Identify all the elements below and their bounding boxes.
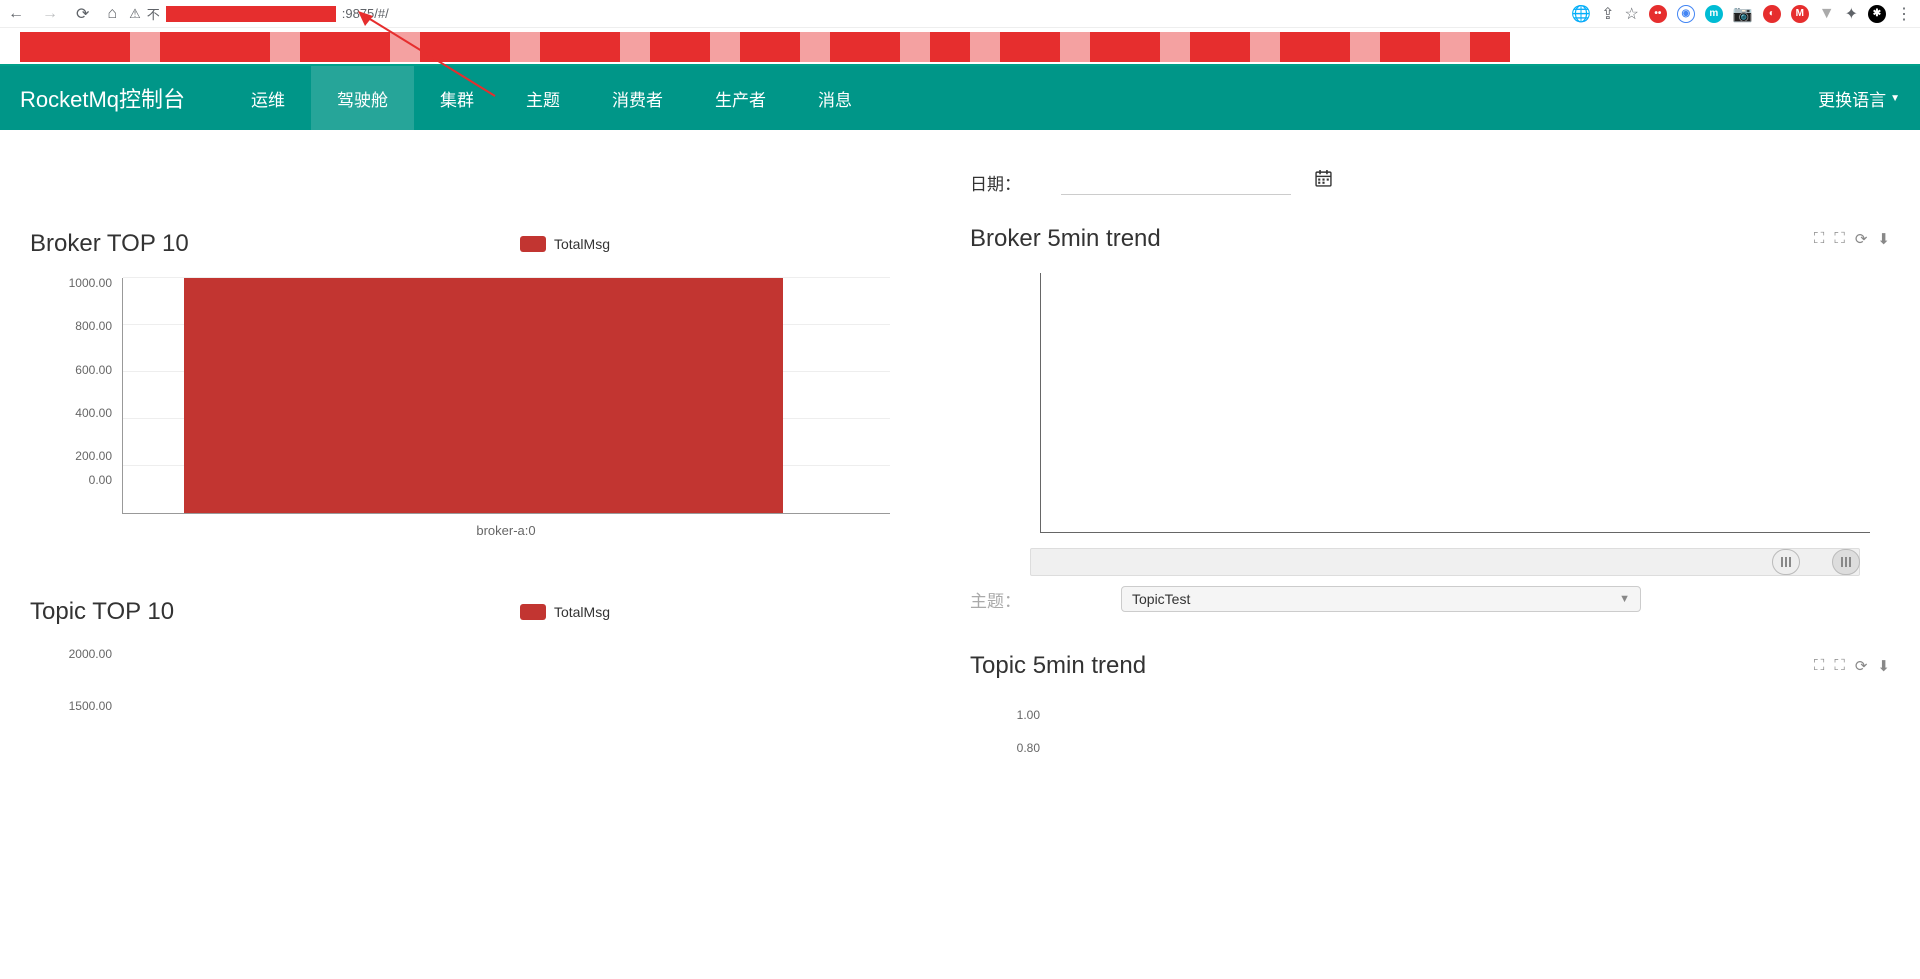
redacted-block bbox=[166, 6, 336, 22]
extension-icons: 🌐 ⇪ ☆ •• ◉ m 📷 ◐ M ▼ ✦ ✱ ⋮ bbox=[1571, 4, 1912, 24]
star-icon[interactable]: ☆ bbox=[1624, 4, 1638, 24]
nav-item-message[interactable]: 消息 bbox=[792, 66, 878, 130]
caret-down-icon: ▼ bbox=[1619, 593, 1630, 605]
bar-broker-a[interactable] bbox=[184, 278, 782, 513]
back-icon[interactable]: ← bbox=[8, 5, 24, 23]
legend-swatch bbox=[520, 604, 546, 620]
forward-icon[interactable]: → bbox=[42, 5, 58, 23]
nav-item-producer[interactable]: 生产者 bbox=[689, 66, 792, 130]
zoom-icon[interactable]: ⛶ bbox=[1814, 230, 1825, 248]
nav-item-ops[interactable]: 运维 bbox=[225, 66, 311, 130]
legend[interactable]: TotalMsg bbox=[520, 236, 610, 252]
reset-zoom-icon[interactable]: ⛶ bbox=[1834, 657, 1845, 675]
topic-top10-chart: 2000.00 1500.00 bbox=[60, 646, 890, 746]
home-icon[interactable]: ⌂ bbox=[107, 5, 117, 23]
broker-top10-chart: 0.00 200.00 400.00 600.00 800.00 1000.00… bbox=[60, 278, 890, 538]
legend-label: TotalMsg bbox=[554, 236, 610, 252]
topic-trend-chart: 1.00 0.80 bbox=[1000, 700, 1870, 760]
ext-icon-3[interactable]: m bbox=[1705, 5, 1723, 23]
x-label: broker-a:0 bbox=[122, 523, 890, 538]
nav-items: 运维 驾驶舱 集群 主题 消费者 生产者 消息 bbox=[225, 66, 878, 130]
download-icon[interactable]: ⬇ bbox=[1877, 657, 1890, 675]
panel-title: Topic 5min trend bbox=[970, 652, 1146, 680]
brand[interactable]: RocketMq控制台 bbox=[20, 82, 185, 114]
panel-title: Broker TOP 10 bbox=[30, 230, 189, 258]
topic-select-value: TopicTest bbox=[1132, 591, 1619, 607]
panel-broker-top10: Broker TOP 10 TotalMsg 0.00 200.00 400.0… bbox=[30, 230, 950, 538]
share-icon[interactable]: ⇪ bbox=[1601, 4, 1614, 24]
topic-select[interactable]: TopicTest ▼ bbox=[1121, 586, 1641, 612]
menu-icon[interactable]: ⋮ bbox=[1896, 4, 1912, 24]
time-slider[interactable] bbox=[1030, 548, 1860, 576]
reload-icon[interactable]: ⟳ bbox=[76, 4, 89, 24]
browser-chrome: ← → ⟳ ⌂ ⚠ 不 :9875/#/ 🌐 ⇪ ☆ •• ◉ m 📷 ◐ M … bbox=[0, 0, 1920, 28]
slider-handle-right[interactable] bbox=[1832, 549, 1860, 575]
address-bar[interactable]: ⚠ 不 :9875/#/ bbox=[129, 4, 1559, 23]
puzzle-icon[interactable]: ✦ bbox=[1845, 4, 1858, 24]
legend-swatch bbox=[520, 236, 546, 252]
reset-zoom-icon[interactable]: ⛶ bbox=[1834, 230, 1845, 248]
translate-icon[interactable]: 🌐 bbox=[1571, 4, 1591, 24]
url-warn: 不 bbox=[147, 4, 160, 23]
lang-switch[interactable]: 更换语言 ▼ bbox=[1818, 86, 1900, 111]
panel-title: Topic TOP 10 bbox=[30, 598, 174, 626]
y-tick: 0.00 bbox=[89, 473, 112, 487]
topic-select-row: 主题： TopicTest ▼ bbox=[970, 586, 1860, 612]
camera-icon[interactable]: 📷 bbox=[1733, 4, 1753, 24]
nav-item-consumer[interactable]: 消费者 bbox=[586, 66, 689, 130]
legend-label: TotalMsg bbox=[554, 604, 610, 620]
insecure-icon: ⚠ bbox=[129, 6, 141, 22]
ext-icon-4[interactable]: ◐ bbox=[1763, 5, 1781, 23]
refresh-icon[interactable]: ⟳ bbox=[1855, 230, 1868, 248]
date-picker-row: 日期： bbox=[970, 170, 1890, 195]
broker-trend-chart bbox=[1000, 273, 1870, 533]
panel-title: Broker 5min trend bbox=[970, 225, 1161, 253]
panel-topic-top10: Topic TOP 10 TotalMsg 2000.00 1500.00 bbox=[30, 598, 950, 746]
chart-tools: ⛶ ⛶ ⟳ ⬇ bbox=[1814, 657, 1890, 675]
zoom-icon[interactable]: ⛶ bbox=[1814, 657, 1825, 675]
date-input[interactable] bbox=[1061, 170, 1291, 195]
chevron-down-icon[interactable]: ▼ bbox=[1819, 5, 1835, 23]
ext-icon-2[interactable]: ◉ bbox=[1677, 5, 1695, 23]
caret-down-icon: ▼ bbox=[1890, 93, 1900, 104]
refresh-icon[interactable]: ⟳ bbox=[1855, 657, 1868, 675]
download-icon[interactable]: ⬇ bbox=[1877, 230, 1890, 248]
topic-label: 主题： bbox=[970, 587, 1021, 612]
panel-topic-trend: Topic 5min trend ⛶ ⛶ ⟳ ⬇ 1.00 0.80 bbox=[970, 652, 1890, 760]
ext-icon-6[interactable]: ✱ bbox=[1868, 5, 1886, 23]
panel-broker-trend: Broker 5min trend ⛶ ⛶ ⟳ ⬇ 主题： TopicTe bbox=[970, 225, 1890, 612]
arrow-annotation bbox=[355, 8, 515, 108]
date-label: 日期： bbox=[970, 170, 1021, 195]
legend[interactable]: TotalMsg bbox=[520, 604, 610, 620]
censor-strip bbox=[0, 28, 1920, 66]
ext-icon-5[interactable]: M bbox=[1791, 5, 1809, 23]
chart-tools: ⛶ ⛶ ⟳ ⬇ bbox=[1814, 230, 1890, 248]
ext-icon-1[interactable]: •• bbox=[1649, 5, 1667, 23]
top-nav: RocketMq控制台 运维 驾驶舱 集群 主题 消费者 生产者 消息 更换语言… bbox=[0, 66, 1920, 130]
calendar-icon[interactable] bbox=[1315, 171, 1332, 191]
slider-handle-left[interactable] bbox=[1772, 549, 1800, 575]
